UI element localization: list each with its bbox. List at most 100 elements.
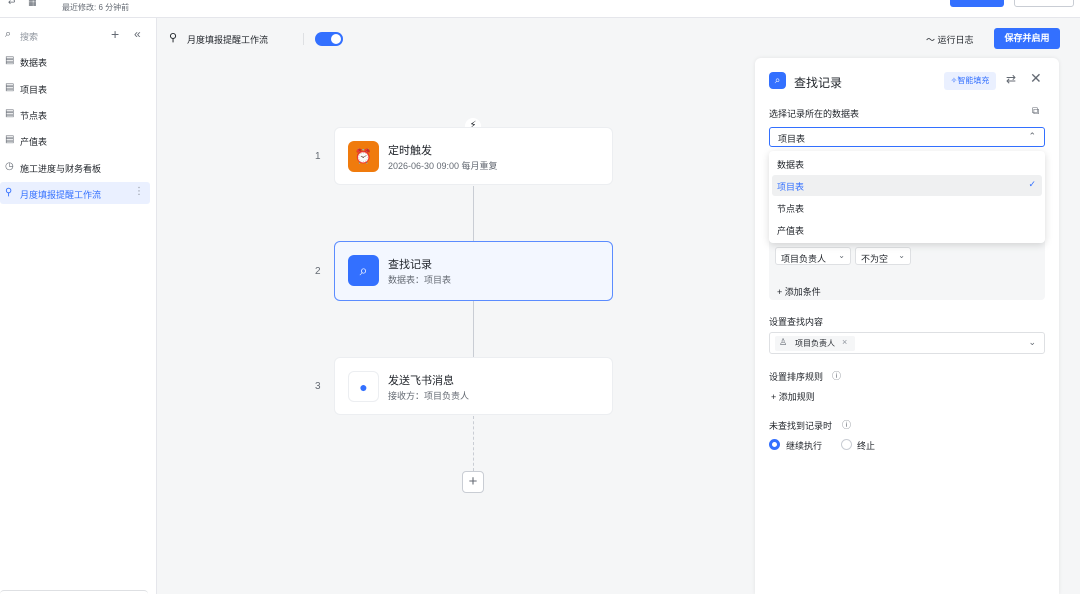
- table-select[interactable]: 项目表 ⌃: [769, 127, 1045, 147]
- more-icon[interactable]: ⋮: [134, 186, 144, 197]
- open-external-icon[interactable]: ⧉: [1032, 106, 1039, 117]
- sidebar-item-label: 节点表: [20, 111, 48, 121]
- table-icon: ▤: [5, 82, 15, 93]
- collapse-sidebar-icon[interactable]: «: [134, 27, 141, 41]
- add-condition-button[interactable]: + 添加条件: [777, 285, 821, 298]
- workflow-title[interactable]: 月度填报提醒工作流: [187, 33, 268, 46]
- plus-icon: +: [777, 287, 785, 297]
- node-subtitle: 数据表：项目表: [388, 275, 452, 285]
- dropdown-option[interactable]: 产值表: [772, 219, 1042, 240]
- sidebar-item-dashboard[interactable]: ◷ 施工进度与财务看板: [0, 156, 150, 178]
- sidebar-item-output-table[interactable]: ▤ 产值表: [0, 129, 150, 151]
- table-icon: ▤: [5, 108, 15, 119]
- workflow-enable-toggle[interactable]: [315, 32, 343, 46]
- content-label: 设置查找内容: [769, 317, 824, 327]
- chevron-down-icon: ⌄: [1028, 337, 1036, 347]
- node-title: 定时触发: [388, 145, 432, 157]
- trend-icon: 〜: [926, 35, 938, 45]
- node-index: 3: [315, 381, 321, 392]
- option-label: 节点表: [777, 204, 805, 214]
- swap-icon[interactable]: ⇄: [1006, 72, 1016, 86]
- add-rule-label: 添加规则: [778, 392, 815, 402]
- sidebar-item-label: 数据表: [20, 58, 48, 68]
- workflow-icon: ⚲: [169, 32, 178, 44]
- content-tag: ♙ 项目负责人 ×: [775, 336, 855, 351]
- dropdown-option[interactable]: 数据表: [772, 153, 1042, 174]
- add-icon[interactable]: +: [111, 26, 119, 42]
- node-find-records[interactable]: ⌕ 查找记录 数据表：项目表: [334, 241, 613, 301]
- info-icon[interactable]: ⓘ: [832, 369, 841, 382]
- top-bar: ↩ ▦ 最近修改: 6 分钟前: [0, 0, 1080, 18]
- not-found-label: 未查找到记录时: [769, 421, 833, 431]
- sidebar-footer: [0, 590, 148, 594]
- add-condition-label: 添加条件: [784, 287, 821, 297]
- add-node-button[interactable]: +: [462, 471, 484, 493]
- table-select-label: 选择记录所在的数据表: [769, 109, 860, 119]
- sidebar-search[interactable]: ⌕ 搜索 + «: [0, 26, 157, 46]
- remove-tag-icon[interactable]: ×: [842, 337, 847, 347]
- sidebar-item-workflow[interactable]: ⚲ 月度填报提醒工作流 ⋮: [0, 182, 150, 204]
- sidebar-item-label: 月度填报提醒工作流: [20, 190, 102, 200]
- dashboard-icon: ◷: [5, 161, 14, 172]
- connector-line: [473, 186, 474, 241]
- sidebar-item-data-table[interactable]: ▤ 数据表: [0, 50, 150, 72]
- smart-fill-button[interactable]: ✧智能填充: [944, 72, 996, 90]
- content-select[interactable]: ♙ 项目负责人 × ⌄: [769, 332, 1045, 354]
- chevron-down-icon: ⌄: [898, 251, 905, 260]
- radio-terminate-label: 终止: [857, 441, 876, 451]
- back-icon[interactable]: ↩: [8, 0, 16, 8]
- chevron-up-icon: ⌃: [1028, 131, 1036, 141]
- info-icon[interactable]: ⓘ: [842, 418, 851, 431]
- search-icon: ⌕: [769, 72, 786, 89]
- save-and-enable-button[interactable]: 保存并启用: [994, 28, 1060, 49]
- sidebar-item-project-table[interactable]: ▤ 项目表: [0, 77, 150, 99]
- condition-operator-label: 不为空: [861, 254, 889, 264]
- node-timer-trigger[interactable]: ⏰ 定时触发 2026-06-30 09:00 每月重复: [334, 127, 613, 185]
- plus-icon: +: [771, 392, 779, 402]
- condition-field-select[interactable]: 项目负责人 ⌄: [775, 247, 851, 265]
- condition-field-label: 项目负责人: [781, 254, 827, 264]
- person-icon: ♙: [779, 337, 788, 347]
- condition-box: 项目负责人 ⌄ 不为空 ⌄ + 添加条件: [769, 238, 1045, 300]
- run-log-label: 运行日志: [937, 35, 974, 45]
- search-icon: ⌕: [348, 255, 379, 286]
- panel-title: 查找记录: [794, 76, 843, 90]
- content-tag-label: 项目负责人: [795, 339, 835, 348]
- run-log-link[interactable]: 〜 运行日志: [926, 33, 974, 46]
- option-label: 数据表: [777, 160, 805, 170]
- node-title: 发送飞书消息: [388, 375, 454, 387]
- dropdown-option[interactable]: 节点表: [772, 197, 1042, 218]
- condition-operator-select[interactable]: 不为空 ⌄: [855, 247, 911, 265]
- search-icon: ⌕: [5, 28, 12, 40]
- sidebar-item-label: 项目表: [20, 85, 48, 95]
- radio-terminate[interactable]: [841, 439, 852, 450]
- check-icon: ✓: [1028, 179, 1036, 189]
- radio-continue-label: 继续执行: [786, 441, 823, 451]
- connector-dashed: [473, 416, 474, 471]
- add-rule-button[interactable]: + 添加规则: [771, 390, 815, 403]
- radio-continue[interactable]: [769, 439, 780, 450]
- table-icon: ▤: [5, 134, 15, 145]
- divider: [303, 33, 304, 45]
- sort-label: 设置排序规则: [769, 372, 824, 382]
- config-panel: ⌕ 查找记录 ✧智能填充 ⇄ ✕ 选择记录所在的数据表 ⧉ 项目表 ⌃ 数据表 …: [755, 58, 1059, 594]
- feishu-message-icon: ●: [348, 371, 379, 402]
- sidebar: ⌕ 搜索 + « ▤ 数据表 ▤ 项目表 ▤ 节点表 ▤ 产值表 ◷ 施工进度与…: [0, 18, 157, 594]
- node-subtitle: 2026-06-30 09:00 每月重复: [388, 161, 498, 171]
- node-index: 2: [315, 266, 321, 277]
- alarm-clock-icon: ⏰: [348, 141, 379, 172]
- search-input[interactable]: 搜索: [20, 30, 38, 43]
- table-icon: ▤: [5, 55, 15, 66]
- table-select-value: 项目表: [778, 134, 806, 144]
- more-button[interactable]: [1014, 0, 1074, 7]
- share-button[interactable]: [950, 0, 1004, 7]
- workflow-icon: ⚲: [5, 187, 13, 198]
- close-icon[interactable]: ✕: [1030, 70, 1042, 87]
- smart-fill-label: 智能填充: [957, 76, 990, 85]
- sidebar-item-node-table[interactable]: ▤ 节点表: [0, 103, 150, 125]
- option-label: 产值表: [777, 226, 805, 236]
- node-send-feishu-message[interactable]: ● 发送飞书消息 接收方：项目负责人: [334, 357, 613, 415]
- grid-icon[interactable]: ▦: [28, 0, 37, 8]
- dropdown-option-selected[interactable]: 项目表 ✓: [772, 175, 1042, 196]
- option-label: 项目表: [777, 182, 805, 192]
